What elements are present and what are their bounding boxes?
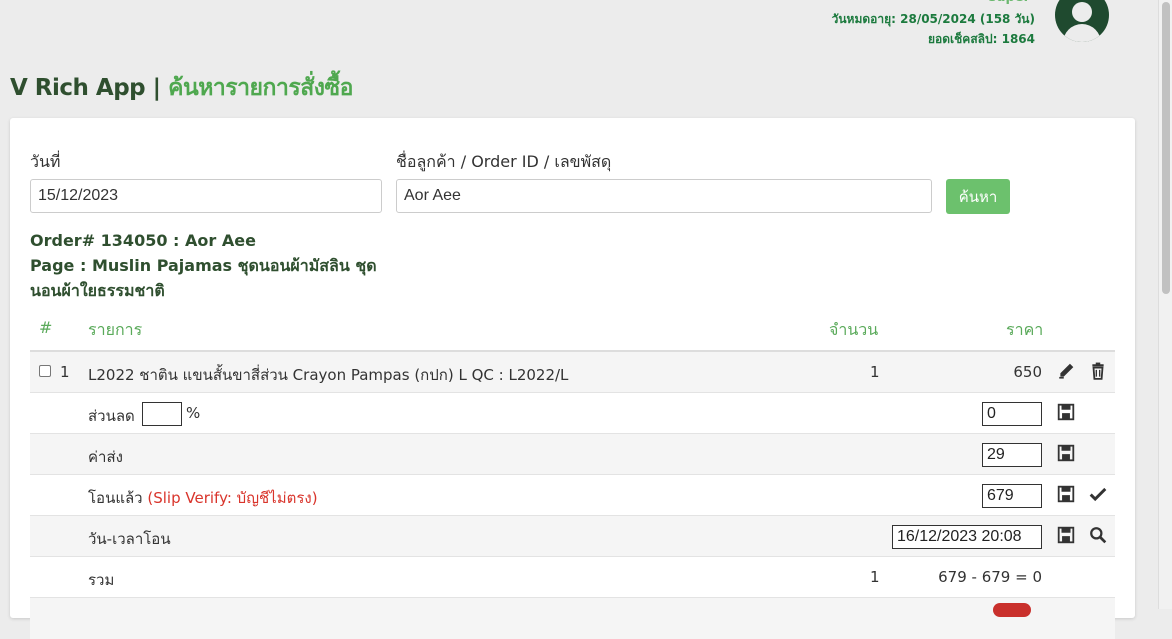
- search-card: วันที่ ชื่อลูกค้า / Order ID / เลขพัสดุ …: [10, 118, 1135, 639]
- edit-icon[interactable]: [1057, 362, 1075, 380]
- total-qty: 1: [870, 568, 880, 586]
- username: super: [988, 0, 1030, 8]
- discount-row: ส่วนลด % 0: [30, 393, 1115, 434]
- col-header-qty: จำนวน: [829, 320, 879, 339]
- date-label: วันที่: [30, 152, 61, 171]
- item-qty: 1: [870, 363, 880, 381]
- page-title: V Rich App | ค้นหารายการสั่งซื้อ: [10, 70, 353, 106]
- date-input[interactable]: [30, 179, 382, 213]
- slip-check-count: ยอดเช็คสลิป: 1864: [928, 32, 1035, 46]
- shipping-value-input[interactable]: 29: [982, 443, 1042, 467]
- transferred-label: โอนแล้ว (Slip Verify: บัญชีไม่ตรง): [88, 486, 318, 510]
- save-icon[interactable]: [1057, 526, 1075, 544]
- scrollbar[interactable]: [1158, 0, 1172, 609]
- customer-label: ชื่อลูกค้า / Order ID / เลขพัสดุ: [396, 152, 612, 171]
- col-header-item: รายการ: [88, 320, 143, 339]
- shipping-label: ค่าส่ง: [88, 448, 123, 466]
- item-index: 1: [60, 363, 70, 381]
- transfer-time-label: วัน-เวลาโอน: [88, 530, 171, 548]
- page-name: ค้นหารายการสั่งซื้อ: [168, 75, 353, 101]
- save-icon[interactable]: [1057, 403, 1075, 421]
- discount-value-input[interactable]: 0: [982, 402, 1042, 426]
- item-name: L2022 ชาติน แขนสั้นขาสี่ส่วน Crayon Pamp…: [88, 366, 569, 384]
- total-row: รวม 1 679 - 679 = 0: [30, 557, 1115, 598]
- scrollbar-thumb[interactable]: [1162, 2, 1170, 294]
- col-header-price: ราคา: [1006, 320, 1044, 339]
- percent-sign: %: [186, 404, 201, 422]
- total-calc: 679 - 679 = 0: [938, 568, 1042, 586]
- order-number: Order# 134050 : Aor Aee: [30, 231, 256, 250]
- item-checkbox[interactable]: [39, 365, 51, 377]
- order-info: Order# 134050 : Aor Aee Page : Muslin Pa…: [30, 228, 390, 303]
- customer-search-input[interactable]: [396, 179, 932, 213]
- col-header-num: #: [39, 318, 53, 337]
- transferred-value-input[interactable]: 679: [982, 484, 1042, 508]
- search-button[interactable]: ค้นหา: [946, 179, 1010, 214]
- transferred-text: โอนแล้ว: [88, 489, 143, 507]
- transferred-row: โอนแล้ว (Slip Verify: บัญชีไม่ตรง) 679: [30, 475, 1115, 516]
- total-label: รวม: [88, 571, 115, 589]
- slip-verify-warning: (Slip Verify: บัญชีไม่ตรง): [147, 489, 318, 507]
- order-page: Page : Muslin Pajamas ชุดนอนผ้ามัสลิน ชุ…: [30, 256, 377, 300]
- expiry-date: วันหมดอายุ: 28/05/2024 (158 วัน): [831, 12, 1035, 26]
- status-pill[interactable]: [993, 603, 1031, 617]
- item-price: 650: [1013, 363, 1042, 381]
- transfer-time-input[interactable]: 16/12/2023 20:08: [892, 525, 1042, 549]
- shipping-row: ค่าส่ง 29: [30, 434, 1115, 475]
- transfer-time-row: วัน-เวลาโอน 16/12/2023 20:08: [30, 516, 1115, 557]
- table-row: [30, 598, 1115, 639]
- check-icon[interactable]: [1089, 485, 1107, 503]
- save-icon[interactable]: [1057, 485, 1075, 503]
- app-name: V Rich App: [10, 75, 146, 101]
- discount-label: ส่วนลด: [88, 407, 135, 425]
- table-row: 1 L2022 ชาติน แขนสั้นขาสี่ส่วน Crayon Pa…: [30, 352, 1115, 393]
- trash-icon[interactable]: [1089, 362, 1107, 380]
- discount-percent-input[interactable]: [142, 402, 182, 426]
- save-icon[interactable]: [1057, 444, 1075, 462]
- avatar-icon[interactable]: [1055, 0, 1109, 42]
- search-icon[interactable]: [1089, 526, 1107, 544]
- title-separator: |: [152, 75, 161, 101]
